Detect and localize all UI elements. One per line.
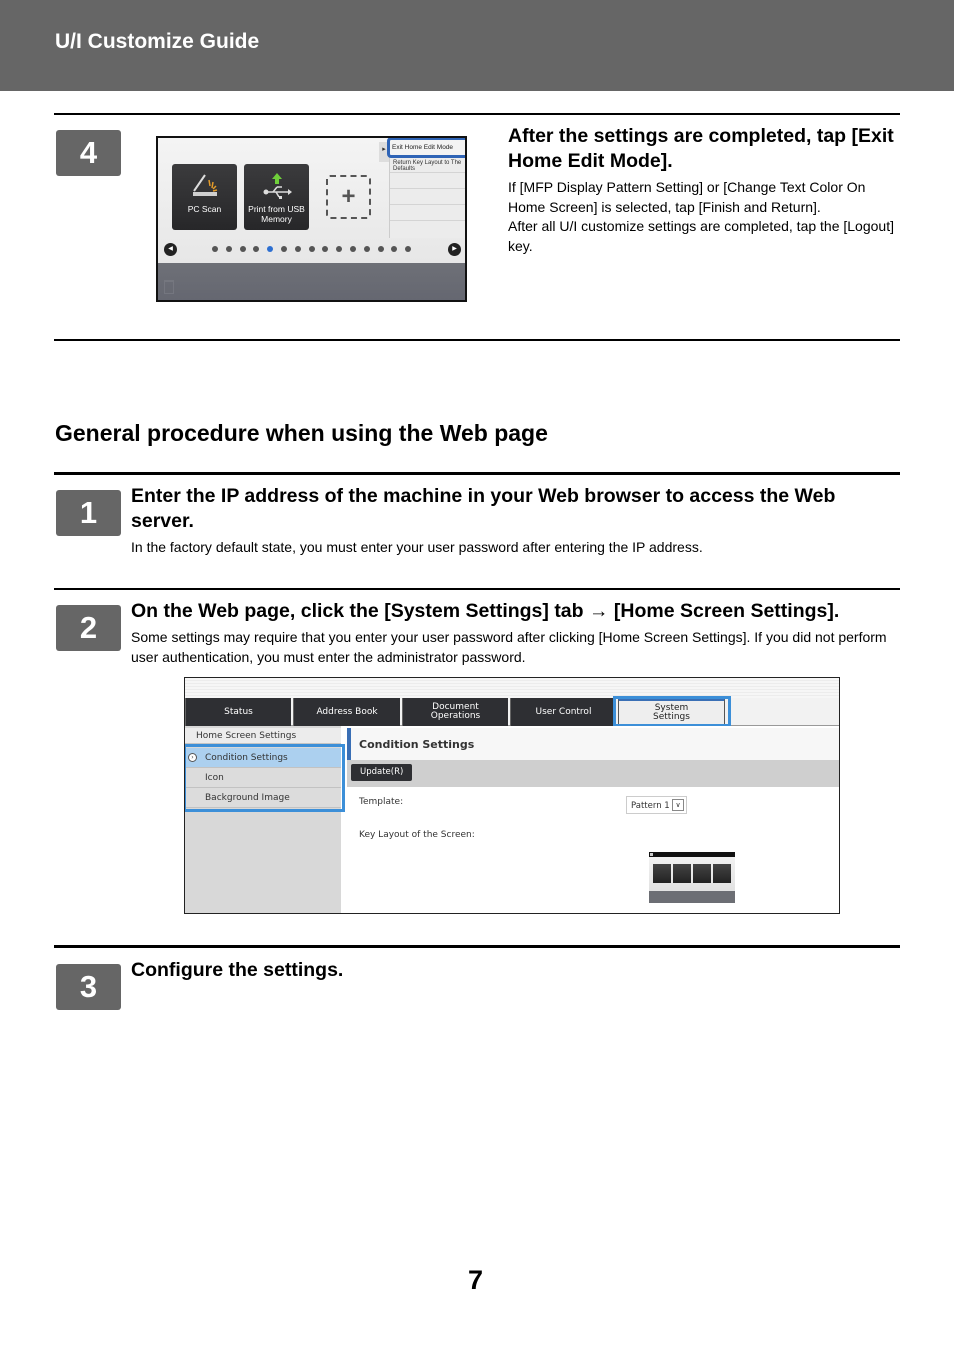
- exit-home-edit-mode-button[interactable]: Exit Home Edit Mode: [387, 138, 465, 158]
- step-4-body-line: After all U/I customize settings are com…: [508, 218, 894, 254]
- scanner-icon: [192, 174, 217, 196]
- next-page-icon[interactable]: ▶: [448, 243, 461, 256]
- page-dot[interactable]: [391, 246, 398, 252]
- step-2-body: Some settings may require that you enter…: [131, 629, 887, 665]
- page-dot[interactable]: [267, 246, 274, 252]
- page-dot[interactable]: [405, 246, 412, 252]
- preview-footer: [649, 891, 735, 903]
- step-number-badge: 3: [56, 964, 121, 1010]
- previous-page-icon[interactable]: ◀: [164, 243, 177, 256]
- manual-page: U/I Customize Guide 4 PC Scan Print from…: [0, 0, 954, 1350]
- plus-icon: +: [341, 183, 356, 210]
- page-dot[interactable]: [322, 246, 329, 252]
- divider: [54, 945, 900, 948]
- tab-highlight-box: [613, 696, 731, 727]
- print-from-usb-tile[interactable]: Print from USB Memory: [244, 164, 309, 230]
- page-dot[interactable]: [253, 246, 260, 252]
- page-dot[interactable]: [294, 246, 301, 252]
- page-dot[interactable]: [377, 246, 384, 252]
- tab-status[interactable]: Status: [185, 698, 291, 726]
- divider: [54, 588, 900, 590]
- preview-key: [653, 864, 671, 883]
- touch-panel-screenshot: PC Scan Print from USB Memory + ▸ Return…: [156, 136, 467, 302]
- preview-key: [693, 864, 711, 883]
- step-1-body: In the factory default state, you must e…: [131, 539, 703, 555]
- web-main-content: Condition Settings Update(R) Template: P…: [347, 726, 839, 913]
- step-4-body: If [MFP Display Pattern Setting] or [Cha…: [508, 178, 900, 256]
- web-toolbar: Update(R): [347, 760, 839, 787]
- step-number-badge: 1: [56, 490, 121, 536]
- page-dot[interactable]: [350, 246, 356, 252]
- step-4-body-line: If [MFP Display Pattern Setting] or [Cha…: [508, 179, 866, 215]
- pc-scan-tile[interactable]: PC Scan: [172, 164, 237, 230]
- template-value: Pattern 1: [631, 801, 670, 811]
- sidebar-highlight-box: [185, 744, 345, 812]
- preview-key: [713, 864, 731, 883]
- panel-footer: [158, 263, 465, 300]
- web-page-screenshot: Status Address Book Document Operations …: [184, 677, 840, 914]
- header-title: U/I Customize Guide: [55, 30, 260, 53]
- step-number-badge: 2: [56, 605, 121, 651]
- tab-address-book[interactable]: Address Book: [293, 698, 400, 726]
- page-indicator: ◀ ▶: [158, 242, 465, 256]
- tab-user-control[interactable]: User Control: [510, 698, 616, 726]
- usb-print-icon: [263, 173, 292, 199]
- page-dot[interactable]: [308, 246, 315, 252]
- key-layout-preview: [649, 852, 735, 903]
- step-2-title: On the Web page, click the [System Setti…: [131, 600, 840, 622]
- tab-document-operations[interactable]: Document Operations: [402, 698, 508, 726]
- page-number: 7: [468, 1265, 484, 1295]
- divider: [54, 339, 900, 341]
- step-4-title: After the settings are completed, tap [E…: [508, 125, 894, 172]
- update-button[interactable]: Update(R): [351, 764, 413, 781]
- page-dot[interactable]: [336, 246, 343, 252]
- page-dot[interactable]: [225, 246, 232, 252]
- main-title: Condition Settings: [347, 728, 839, 760]
- add-key-button[interactable]: +: [326, 175, 371, 219]
- page-dot[interactable]: [363, 246, 370, 252]
- divider: [54, 472, 900, 475]
- page-dot[interactable]: [239, 246, 246, 252]
- tile-label: PC Scan: [187, 204, 222, 214]
- step-3-title: Configure the settings.: [131, 959, 344, 981]
- step-1-title: Enter the IP address of the machine in y…: [131, 485, 836, 532]
- template-label: Template:: [359, 797, 404, 807]
- menu-item-return-defaults[interactable]: Return Key Layout to The Defaults: [390, 158, 465, 173]
- page-dot[interactable]: [212, 246, 218, 252]
- page-header: U/I Customize Guide: [0, 0, 954, 91]
- divider: [54, 113, 900, 115]
- preview-key: [673, 864, 691, 883]
- section-title: General procedure when using the Web pag…: [55, 420, 548, 446]
- web-tab-bar: Status Address Book Document Operations …: [185, 698, 839, 726]
- template-select[interactable]: Pattern 1 ∨: [626, 796, 687, 814]
- step-number-badge: 4: [56, 130, 121, 176]
- tile-label: Print from USB Memory: [248, 204, 305, 224]
- key-layout-label: Key Layout of the Screen:: [359, 830, 475, 840]
- sidebar-header-home-screen-settings[interactable]: Home Screen Settings: [185, 728, 341, 744]
- chevron-down-icon: ∨: [672, 799, 684, 811]
- trash-icon[interactable]: [164, 280, 174, 294]
- web-top-strip: [185, 678, 839, 698]
- page-dot[interactable]: [281, 246, 287, 252]
- preview-status-bar: [649, 852, 735, 857]
